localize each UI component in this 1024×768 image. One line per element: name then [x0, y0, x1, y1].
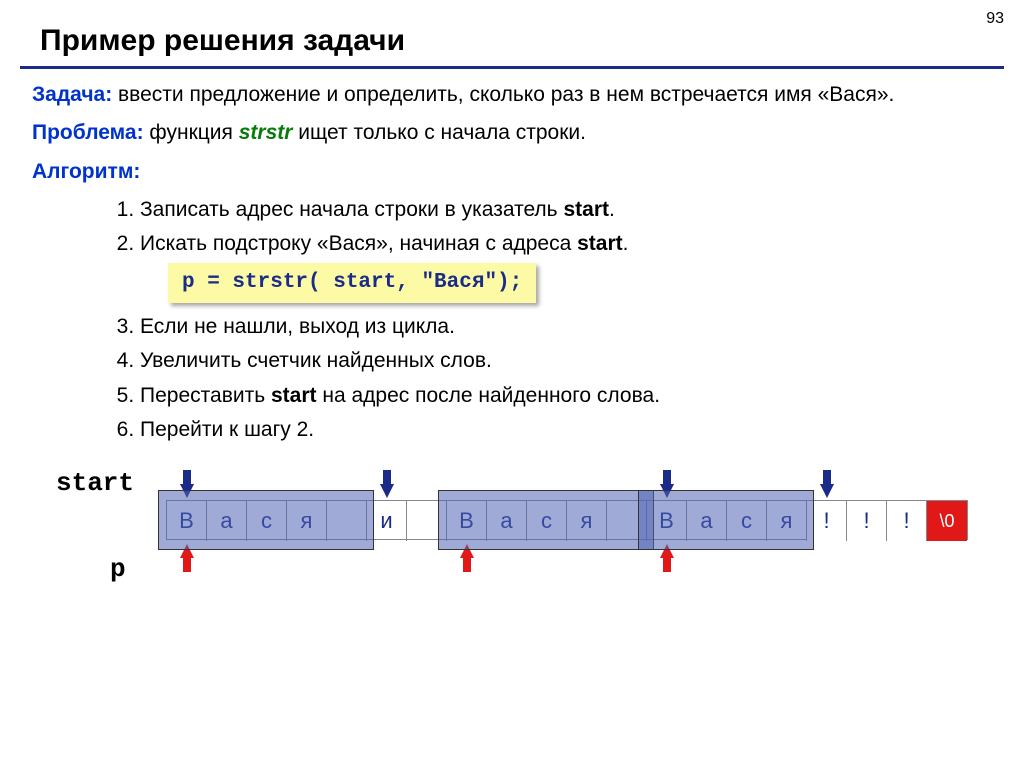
algorithm-label: Алгоритм:	[32, 158, 992, 186]
step-4: Увеличить счетчик найденных слов.	[140, 347, 992, 375]
problem-pre: функция	[144, 121, 239, 144]
page-title: Пример решения задачи	[0, 0, 1024, 66]
task-text: ввести предложение и определить, сколько…	[112, 83, 894, 106]
step-5: Переставить start на адрес после найденн…	[140, 382, 992, 410]
step-1: Записать адрес начала строки в указатель…	[140, 196, 992, 224]
highlight-box-1	[158, 490, 374, 550]
problem-paragraph: Проблема: функция strstr ищет только с н…	[32, 119, 992, 147]
content-area: Задача: ввести предложение и определить,…	[0, 81, 1024, 588]
step-3: Если не нашли, выход из цикла.	[140, 313, 992, 341]
step-6: Перейти к шагу 2.	[140, 416, 992, 444]
problem-post: ищет только с начала строки.	[292, 121, 586, 144]
step-2: Искать подстроку «Вася», начиная с адрес…	[140, 230, 992, 307]
array-cell: \0	[927, 501, 967, 541]
task-paragraph: Задача: ввести предложение и определить,…	[32, 81, 992, 109]
title-underline	[20, 66, 1004, 69]
start-pointer-label: start	[56, 466, 134, 501]
array-cell: !	[887, 501, 927, 541]
strstr-function: strstr	[239, 121, 293, 144]
p-pointer-label: p	[110, 552, 126, 587]
code-snippet: p = strstr( start, "Вася");	[168, 263, 536, 303]
highlight-box-2	[438, 490, 654, 550]
start-arrow-icon	[820, 484, 834, 498]
task-label: Задача:	[32, 83, 112, 106]
algorithm-list: Записать адрес начала строки в указатель…	[32, 196, 992, 444]
highlight-box-3	[638, 490, 814, 550]
string-diagram: start p Вася и Вася Вася!!!\0	[32, 458, 992, 588]
array-cell: !	[847, 501, 887, 541]
problem-label: Проблема:	[32, 121, 144, 144]
start-arrow-icon	[380, 484, 394, 498]
page-number: 93	[986, 10, 1004, 28]
